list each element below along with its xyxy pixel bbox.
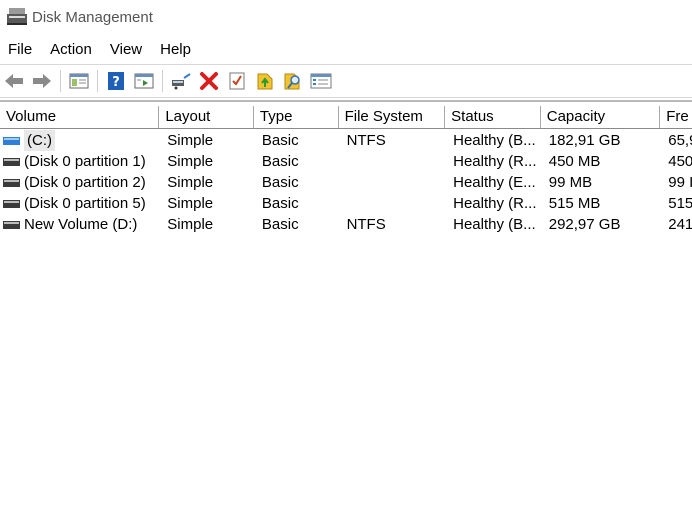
help-button[interactable]: ? — [104, 69, 128, 93]
toolbar-separator — [162, 70, 163, 92]
back-arrow-icon — [5, 74, 23, 88]
export-list-button[interactable] — [253, 69, 277, 93]
menu-help[interactable]: Help — [151, 36, 200, 64]
show-hide-action-pane-button[interactable] — [132, 69, 156, 93]
volume-cell: (C:) — [0, 130, 159, 151]
column-header-volume[interactable]: Volume — [0, 106, 160, 128]
type-cell: Basic — [261, 216, 299, 233]
toolbar: ? — [0, 64, 692, 98]
connect-drive-icon — [172, 73, 191, 90]
check-icon — [229, 72, 245, 90]
table-row[interactable]: (C:) Simple Basic NTFS Healthy (B... 182… — [0, 130, 692, 151]
properties-button[interactable] — [309, 69, 333, 93]
capacity-cell: 99 MB — [548, 174, 593, 191]
free-space-cell: 65,9 — [668, 132, 692, 149]
system-drive-icon — [3, 136, 20, 145]
volume-cell: (Disk 0 partition 2) — [0, 172, 159, 193]
layout-cell: Simple — [167, 195, 214, 212]
volume-cell: (Disk 0 partition 5) — [0, 193, 159, 214]
free-space-cell: 241 — [668, 216, 692, 233]
console-tree-icon — [69, 73, 89, 89]
capacity-cell: 182,91 GB — [548, 132, 621, 149]
disk-management-app-icon — [7, 8, 27, 25]
action-pane-icon — [134, 73, 154, 89]
type-cell: Basic — [261, 153, 299, 170]
column-header-capacity[interactable]: Capacity — [541, 106, 661, 128]
title-bar: Disk Management — [0, 0, 692, 34]
drive-icon — [3, 199, 20, 208]
help-icon: ? — [108, 72, 124, 90]
volume-cell: New Volume (D:) — [0, 214, 159, 235]
show-hide-console-tree-button[interactable] — [67, 69, 91, 93]
layout-cell: Simple — [167, 132, 214, 149]
delete-icon — [200, 72, 218, 90]
properties-check-button[interactable] — [225, 69, 249, 93]
menu-bar: File Action View Help — [0, 36, 692, 64]
drive-icon — [3, 220, 20, 229]
free-space-cell: 450 — [668, 153, 692, 170]
column-header-free-space[interactable]: Fre — [660, 106, 692, 128]
capacity-cell: 515 MB — [548, 195, 601, 212]
toolbar-separator — [97, 70, 98, 92]
volume-cell: (Disk 0 partition 1) — [0, 151, 159, 172]
find-button[interactable] — [281, 69, 305, 93]
status-cell: Healthy (R... — [453, 153, 537, 170]
volume-name: (C:) — [24, 130, 55, 151]
capacity-cell: 450 MB — [548, 153, 601, 170]
forward-arrow-icon — [33, 74, 51, 88]
table-row[interactable]: (Disk 0 partition 5) Simple Basic Health… — [0, 193, 692, 214]
volume-name: (Disk 0 partition 5) — [24, 195, 146, 212]
table-row[interactable]: (Disk 0 partition 2) Simple Basic Health… — [0, 172, 692, 193]
window-title: Disk Management — [32, 8, 153, 26]
column-header-type[interactable]: Type — [254, 106, 339, 128]
find-icon — [284, 73, 300, 90]
table-row[interactable]: New Volume (D:) Simple Basic NTFS Health… — [0, 214, 692, 235]
volume-name: (Disk 0 partition 1) — [24, 153, 146, 170]
connect-virtual-disk-button[interactable] — [169, 69, 193, 93]
volume-name: New Volume (D:) — [24, 216, 138, 233]
free-space-cell: 99 I — [668, 174, 692, 191]
menu-view[interactable]: View — [101, 36, 151, 64]
volume-rows: (C:) Simple Basic NTFS Healthy (B... 182… — [0, 130, 692, 235]
layout-cell: Simple — [167, 216, 214, 233]
status-cell: Healthy (B... — [453, 132, 536, 149]
table-row[interactable]: (Disk 0 partition 1) Simple Basic Health… — [0, 151, 692, 172]
delete-button[interactable] — [197, 69, 221, 93]
status-cell: Healthy (E... — [453, 174, 536, 191]
menu-file[interactable]: File — [0, 36, 41, 64]
status-cell: Healthy (B... — [453, 216, 536, 233]
column-header-row: Volume Layout Type File System Status Ca… — [0, 106, 692, 129]
toolbar-separator — [60, 70, 61, 92]
column-header-status[interactable]: Status — [445, 106, 541, 128]
type-cell: Basic — [261, 195, 299, 212]
file-system-cell: NTFS — [346, 216, 386, 233]
column-header-file-system[interactable]: File System — [339, 106, 446, 128]
forward-button[interactable] — [30, 69, 54, 93]
layout-cell: Simple — [167, 153, 214, 170]
layout-cell: Simple — [167, 174, 214, 191]
drive-icon — [3, 157, 20, 166]
volume-list[interactable]: Volume Layout Type File System Status Ca… — [0, 100, 692, 509]
file-system-cell: NTFS — [346, 132, 386, 149]
back-button[interactable] — [2, 69, 26, 93]
type-cell: Basic — [261, 174, 299, 191]
menu-action[interactable]: Action — [41, 36, 101, 64]
type-cell: Basic — [261, 132, 299, 149]
drive-icon — [3, 178, 20, 187]
status-cell: Healthy (R... — [453, 195, 537, 212]
svg-text:?: ? — [112, 75, 120, 90]
properties-icon — [310, 73, 332, 89]
volume-name: (Disk 0 partition 2) — [24, 174, 146, 191]
free-space-cell: 515 — [668, 195, 692, 212]
capacity-cell: 292,97 GB — [548, 216, 621, 233]
export-icon — [257, 73, 273, 90]
column-header-layout[interactable]: Layout — [159, 106, 254, 128]
